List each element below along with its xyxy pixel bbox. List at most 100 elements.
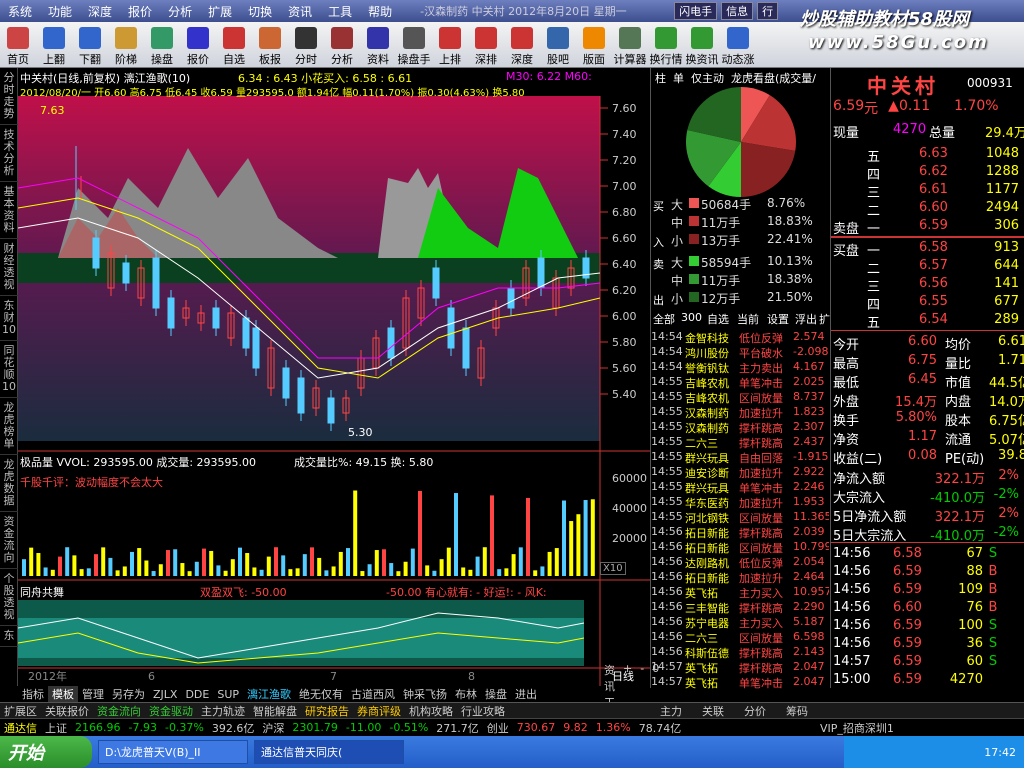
news-filter[interactable]: 300: [681, 311, 702, 324]
extension-tab[interactable]: 行业攻略: [457, 703, 509, 719]
left-nav-item[interactable]: 基本资料: [0, 182, 18, 239]
order-book-row[interactable]: 一 6.58 913: [867, 240, 1019, 259]
flow-tab[interactable]: 龙虎看盘(成交量/: [731, 70, 816, 86]
news-row[interactable]: 14:55 吉峰农机 区间放量 8.737: [651, 390, 829, 406]
extension-tab[interactable]: 关联报价: [41, 703, 93, 719]
toolbar-button-10[interactable]: 资料: [360, 23, 396, 67]
news-filter[interactable]: 浮出: [795, 311, 817, 327]
order-book-row[interactable]: 三 6.61 1177: [867, 182, 1019, 201]
indicator-template-tab[interactable]: 操盘: [481, 686, 511, 702]
indicator-template-tab[interactable]: 古道西风: [347, 686, 399, 702]
extension-tab[interactable]: 智能解盘: [249, 703, 301, 719]
news-row[interactable]: 14:55 华东医药 加速拉升 1.953: [651, 495, 829, 511]
indicator-template-tab[interactable]: 钟采飞扬: [399, 686, 451, 702]
indicator-template-tab[interactable]: SUP: [213, 688, 243, 701]
panel-tab[interactable]: 主力: [656, 703, 698, 719]
panel-tab[interactable]: 分价: [740, 703, 782, 719]
flow-tab[interactable]: 柱: [655, 70, 666, 86]
news-row[interactable]: 14:57 英飞拓 撑杆跳高 2.047: [651, 660, 829, 676]
news-row[interactable]: 14:57 英飞拓 单笔冲击 2.047: [651, 675, 829, 691]
left-nav-item[interactable]: 同花顺10: [0, 341, 18, 398]
news-filter[interactable]: 当前: [737, 311, 759, 327]
news-row[interactable]: 14:56 二六三 区间放量 6.598: [651, 630, 829, 646]
toolbar-button-16[interactable]: 版面: [576, 23, 612, 67]
news-row[interactable]: 14:55 汉森制药 加速拉升 1.823: [651, 405, 829, 421]
menu-item-system[interactable]: 系统: [0, 3, 40, 20]
indicator-template-tab[interactable]: 绝无仅有: [295, 686, 347, 702]
left-nav-item[interactable]: 东财10: [0, 296, 18, 341]
extension-tab[interactable]: 资金驱动: [145, 703, 197, 719]
news-row[interactable]: 14:55 二六三 撑杆跳高 2.437: [651, 435, 829, 451]
toolbar-button-11[interactable]: 操盘手: [396, 23, 432, 67]
toolbar-button-14[interactable]: 深度: [504, 23, 540, 67]
news-row[interactable]: 14:55 迪安诊断 加速拉升 2.922: [651, 465, 829, 481]
indicator-template-tab[interactable]: 指标: [18, 686, 48, 702]
extension-tab[interactable]: 扩展区: [0, 703, 41, 719]
news-row[interactable]: 14:56 达刚路机 低位反弹 2.054: [651, 555, 829, 571]
order-book-row[interactable]: 四 6.55 677: [867, 294, 1019, 313]
menu-item-extend[interactable]: 扩展: [200, 3, 240, 20]
left-nav-item[interactable]: 资金流向: [0, 512, 18, 569]
news-row[interactable]: 14:56 科斯伍德 撑杆跳高 2.143: [651, 645, 829, 661]
indicator-template-tab[interactable]: 另存为: [108, 686, 149, 702]
news-row[interactable]: 14:56 三丰智能 撑杆跳高 2.290: [651, 600, 829, 616]
toolbar-button-15[interactable]: 股吧: [540, 23, 576, 67]
indicator-template-tab[interactable]: 模板: [48, 686, 78, 702]
order-book-row[interactable]: 五 6.54 289: [867, 312, 1019, 331]
news-filter[interactable]: 全部: [653, 311, 675, 327]
menu-item-news[interactable]: 资讯: [280, 3, 320, 20]
news-row[interactable]: 14:56 拓日新能 撑杆跳高 2.039: [651, 525, 829, 541]
toolbar-button-0[interactable]: 首页: [0, 23, 36, 67]
menu-item-quote[interactable]: 报价: [120, 3, 160, 20]
order-book-row[interactable]: 二 6.60 2494: [867, 200, 1019, 219]
indicator-template-tab[interactable]: 漓江渔歌: [243, 686, 295, 702]
order-book-row[interactable]: 二 6.57 644: [867, 258, 1019, 277]
news-filter[interactable]: 设置: [767, 311, 789, 327]
extension-tab[interactable]: 券商评级: [353, 703, 405, 719]
kline-chart-area[interactable]: 7.60 7.40 7.20 7.00 6.80 6.60 6.40 6.20 6.00 5.80…: [18, 68, 650, 686]
indicator-template-tab[interactable]: 进出: [511, 686, 541, 702]
order-book-row[interactable]: 四 6.62 1288: [867, 164, 1019, 183]
left-nav-item[interactable]: 个股透视: [0, 569, 18, 626]
news-row[interactable]: 14:56 拓日新能 加速拉升 2.464: [651, 570, 829, 586]
news-row[interactable]: 14:56 拓日新能 区间放量 10.799: [651, 540, 829, 556]
news-row[interactable]: 14:54 金智科技 低位反弹 2.574: [651, 330, 829, 346]
news-row[interactable]: 14:56 英飞拓 主力买入 10.957: [651, 585, 829, 601]
news-row[interactable]: 14:54 鸿川股份 平台破水 -2.098: [651, 345, 829, 361]
toolbar-button-18[interactable]: 换行情: [648, 23, 684, 67]
menu-item-help[interactable]: 帮助: [360, 3, 400, 20]
order-book-row[interactable]: 五 6.63 1048: [867, 146, 1019, 165]
menu-item-function[interactable]: 功能: [40, 3, 80, 20]
menu-item-switch[interactable]: 切换: [240, 3, 280, 20]
menu-item-tools[interactable]: 工具: [320, 3, 360, 20]
toolbar-button-20[interactable]: 动态涨: [720, 23, 756, 67]
left-nav-item[interactable]: 龙虎数据: [0, 455, 18, 512]
left-nav-item[interactable]: 财经透视: [0, 239, 18, 296]
news-row[interactable]: 14:56 苏宁电器 主力买入 5.187: [651, 615, 829, 631]
left-nav-item[interactable]: 东: [0, 626, 18, 647]
news-row[interactable]: 14:55 群兴玩具 单笔冲击 2.246: [651, 480, 829, 496]
order-book-row[interactable]: 一 6.59 306: [867, 218, 1019, 237]
indicator-template-tab[interactable]: 管理: [78, 686, 108, 702]
toolbar-button-19[interactable]: 换资讯: [684, 23, 720, 67]
more-button[interactable]: 行: [757, 2, 779, 20]
extension-tab[interactable]: 资金流向: [93, 703, 145, 719]
toolbar-button-5[interactable]: 报价: [180, 23, 216, 67]
toolbar-button-17[interactable]: 计算器: [612, 23, 648, 67]
menu-item-analysis[interactable]: 分析: [160, 3, 200, 20]
panel-tab[interactable]: 关联: [698, 703, 740, 719]
news-row[interactable]: 14:55 河北钢铁 区间放量 11.365: [651, 510, 829, 526]
indicator-template-tab[interactable]: DDE: [181, 688, 213, 701]
news-filter[interactable]: 扩: [819, 311, 830, 327]
news-row[interactable]: 14:55 群兴玩具 自由回落 -1.915: [651, 450, 829, 466]
toolbar-button-9[interactable]: 分析: [324, 23, 360, 67]
indicator-template-tab[interactable]: 布林: [451, 686, 481, 702]
toolbar-button-1[interactable]: 上翻: [36, 23, 72, 67]
flow-tab[interactable]: 仅主动: [691, 70, 724, 86]
toolbar-button-7[interactable]: 板报: [252, 23, 288, 67]
task-tdx[interactable]: 通达信普天同庆(: [254, 740, 404, 764]
toolbar-button-3[interactable]: 阶梯: [108, 23, 144, 67]
toolbar-button-8[interactable]: 分时: [288, 23, 324, 67]
indicator-template-tab[interactable]: ZJLX: [149, 688, 181, 701]
extension-tab[interactable]: 研究报告: [301, 703, 353, 719]
